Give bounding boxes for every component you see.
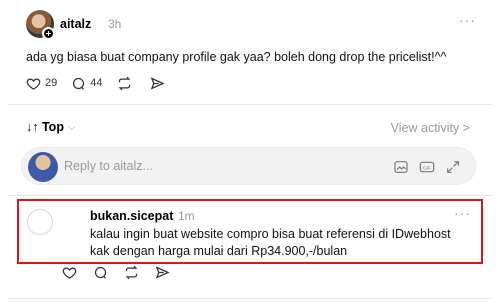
view-activity-link[interactable]: View activity > — [391, 121, 470, 135]
sort-dropdown[interactable]: ↓↑ Top ⌵ — [26, 120, 76, 134]
more-options-icon[interactable]: ··· — [459, 12, 476, 28]
reply-placeholder: Reply to aitalz... — [64, 159, 153, 173]
share-icon[interactable] — [155, 265, 170, 280]
post-actions: 29 44 — [26, 74, 183, 92]
image-icon[interactable] — [393, 159, 409, 175]
reply-input[interactable]: Reply to aitalz... GIF — [21, 147, 476, 185]
sort-label: ↓↑ Top — [26, 120, 64, 134]
comment-text: kalau ingin buat website compro bisa bua… — [90, 227, 451, 258]
follow-plus-icon[interactable] — [42, 27, 55, 40]
comment-actions — [62, 265, 170, 280]
post-header: aitalz 3h ··· — [26, 10, 476, 40]
repost-button[interactable] — [117, 76, 136, 91]
post-username[interactable]: aitalz — [60, 17, 91, 31]
avatar — [28, 152, 58, 182]
more-options-icon[interactable]: ··· — [454, 205, 471, 221]
share-button[interactable] — [150, 76, 169, 91]
comment-highlight: bukan.sicepat 1m ··· kalau ingin buat we… — [17, 199, 483, 264]
divider — [8, 298, 492, 299]
heart-icon[interactable] — [62, 265, 77, 280]
gif-icon[interactable]: GIF — [419, 159, 435, 175]
comment-icon[interactable] — [93, 265, 108, 280]
comment-icon — [73, 77, 85, 90]
avatar[interactable] — [27, 209, 53, 235]
comment-username[interactable]: bukan.sicepat — [90, 209, 173, 223]
comment-button[interactable]: 44 — [71, 76, 103, 91]
repost-icon — [118, 76, 130, 90]
post-time: 3h — [108, 17, 122, 31]
repost-icon[interactable] — [124, 265, 139, 280]
comment-count: 44 — [90, 77, 103, 89]
divider — [8, 195, 492, 196]
post-text: ada yg biasa buat company profile gak ya… — [26, 50, 447, 64]
heart-icon — [26, 77, 41, 90]
like-count: 29 — [45, 77, 58, 89]
expand-icon[interactable] — [445, 159, 461, 175]
chevron-down-icon: ⌵ — [67, 121, 76, 133]
reply-tools: GIF — [393, 159, 461, 175]
share-icon — [150, 76, 165, 90]
svg-text:GIF: GIF — [423, 166, 431, 171]
comment-time: 1m — [178, 209, 195, 223]
divider — [8, 104, 492, 105]
like-button[interactable]: 29 — [26, 76, 57, 91]
